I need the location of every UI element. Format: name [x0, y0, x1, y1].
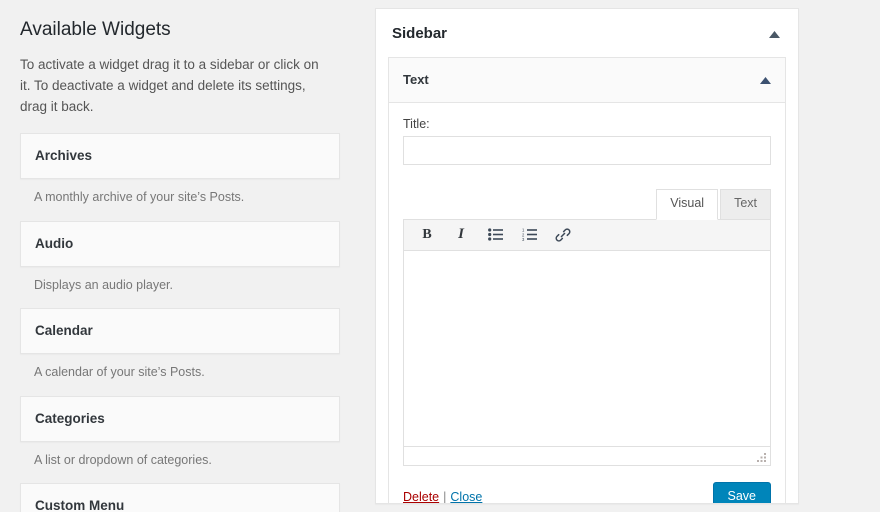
sidebar-panel: Sidebar Text Title: — [375, 8, 799, 504]
widget-action-bar: Delete|Close Save — [403, 466, 771, 504]
list-item: Custom Menu Add a custom menu to your si… — [20, 483, 340, 512]
widget-calendar[interactable]: Calendar — [20, 308, 340, 354]
editor-status-bar — [403, 447, 771, 466]
title-input[interactable] — [403, 136, 771, 165]
content-editor: Visual Text B I — [403, 189, 771, 466]
text-widget-body: Title: Visual Text B I — [389, 103, 785, 504]
widget-title: Audio — [35, 236, 73, 251]
tab-visual[interactable]: Visual — [656, 189, 718, 220]
list-item: Categories A list or dropdown of categor… — [20, 396, 340, 482]
widget-title: Custom Menu — [35, 498, 124, 512]
link-icon[interactable] — [552, 225, 574, 245]
widget-description: A list or dropdown of categories. — [20, 442, 340, 482]
widget-categories[interactable]: Categories — [20, 396, 340, 442]
widget-description: A calendar of your site’s Posts. — [20, 354, 340, 394]
svg-text:3: 3 — [522, 237, 525, 241]
triangle-up-icon[interactable] — [764, 24, 784, 44]
widget-title: Archives — [35, 148, 92, 163]
triangle-up-icon[interactable] — [755, 70, 775, 90]
editor-content-area[interactable] — [403, 251, 771, 447]
editor-tab-bar: Visual Text — [403, 189, 771, 220]
text-widget-card: Text Title: Visual Text B — [388, 57, 786, 504]
ordered-list-icon[interactable]: 1 2 3 — [518, 225, 540, 245]
editor-toolbar: B I — [403, 219, 771, 251]
delete-link[interactable]: Delete — [403, 490, 439, 504]
available-widgets-description: To activate a widget drag it to a sideba… — [20, 55, 332, 118]
bold-icon[interactable]: B — [416, 225, 438, 245]
list-item: Audio Displays an audio player. — [20, 221, 340, 307]
widget-description: Displays an audio player. — [20, 267, 340, 307]
widget-action-links: Delete|Close — [403, 490, 482, 504]
widget-audio[interactable]: Audio — [20, 221, 340, 267]
tab-text[interactable]: Text — [720, 189, 771, 220]
text-widget-title: Text — [403, 72, 429, 87]
widget-custom-menu[interactable]: Custom Menu — [20, 483, 340, 512]
editor-textarea[interactable] — [404, 251, 770, 446]
widgets-admin-page: Available Widgets To activate a widget d… — [0, 0, 880, 512]
sidebar-panel-title: Sidebar — [392, 25, 447, 42]
italic-icon[interactable]: I — [450, 225, 472, 245]
title-field-label: Title: — [403, 117, 771, 131]
widget-title: Calendar — [35, 323, 93, 338]
unordered-list-icon[interactable] — [484, 225, 506, 245]
page-title: Available Widgets — [20, 18, 340, 43]
save-button[interactable]: Save — [713, 482, 772, 504]
resize-grip-icon[interactable] — [754, 450, 768, 464]
text-widget-header[interactable]: Text — [389, 58, 785, 103]
widget-title: Categories — [35, 411, 105, 426]
close-link[interactable]: Close — [450, 490, 482, 504]
action-separator: | — [439, 490, 450, 504]
widget-description: A monthly archive of your site’s Posts. — [20, 179, 340, 219]
list-item: Calendar A calendar of your site’s Posts… — [20, 308, 340, 394]
sidebar-panel-header[interactable]: Sidebar — [376, 9, 798, 57]
available-widgets-panel: Available Widgets To activate a widget d… — [0, 0, 360, 512]
widget-archives[interactable]: Archives — [20, 133, 340, 179]
list-item: Archives A monthly archive of your site’… — [20, 133, 340, 219]
